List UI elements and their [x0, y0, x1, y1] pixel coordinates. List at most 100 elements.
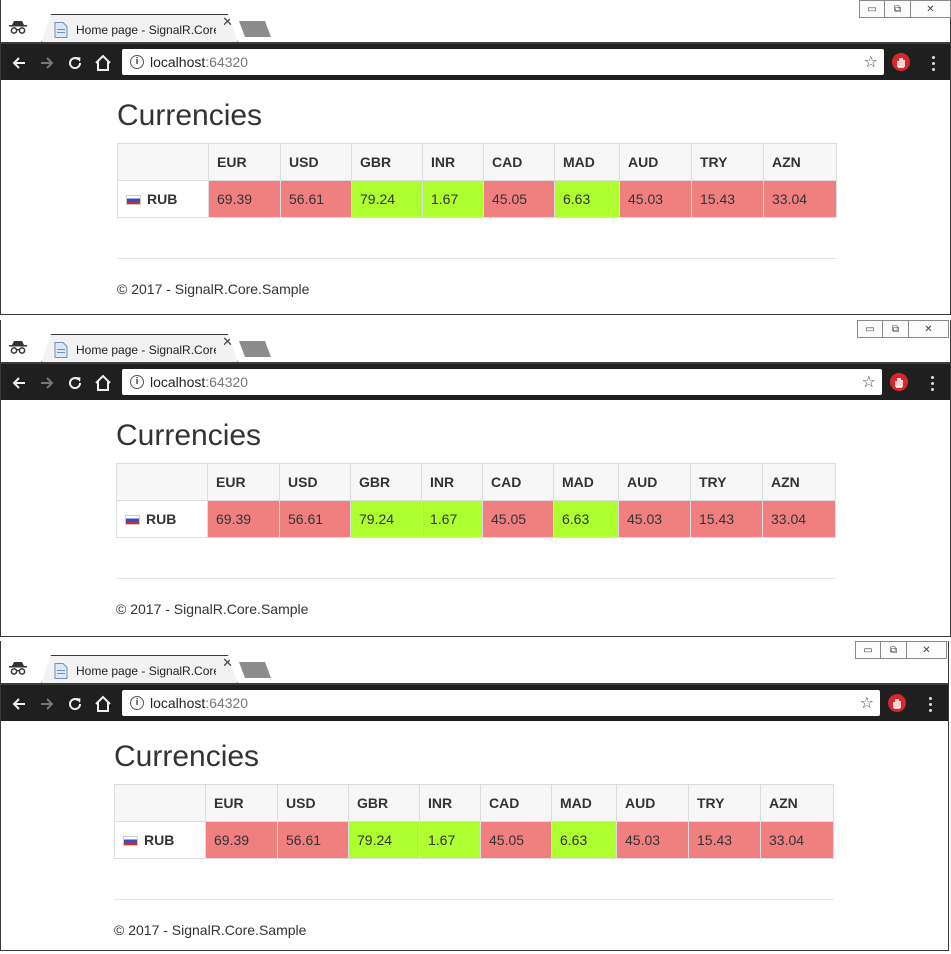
- base-currency-cell: RUB: [114, 821, 206, 859]
- home-button[interactable]: [92, 372, 114, 394]
- window-controls: ▭ ⧉ ✕: [855, 641, 947, 659]
- footer-divider: [114, 899, 834, 900]
- column-header-usd: USD: [280, 143, 352, 181]
- info-icon[interactable]: i: [130, 696, 144, 710]
- rate-cell-cad: 45.05: [483, 180, 555, 218]
- bookmark-star-icon[interactable]: ☆: [862, 372, 876, 391]
- rate-cell-mad: 6.63: [554, 180, 620, 218]
- rate-cell-usd: 56.61: [280, 180, 352, 218]
- info-icon[interactable]: i: [130, 55, 144, 69]
- tab-close-button[interactable]: ✕: [222, 656, 233, 671]
- page-content: Currencies EUR USD GBR INR CAD MAD AUD TRY AZN R…: [1, 400, 950, 636]
- tab-close-button[interactable]: ✕: [222, 335, 233, 350]
- reload-icon: [69, 377, 82, 390]
- table-header-row: EUR USD GBR INR CAD MAD AUD TRY AZN: [116, 463, 836, 501]
- menu-dots-icon[interactable]: [927, 372, 937, 394]
- rate-cell-inr: 1.67: [419, 821, 481, 859]
- rate-cell-azn: 33.04: [760, 821, 834, 859]
- rate-cell-aud: 45.03: [616, 821, 689, 859]
- maximize-button[interactable]: ⧉: [881, 641, 907, 659]
- menu-dots-icon[interactable]: [925, 693, 935, 715]
- home-button[interactable]: [92, 52, 114, 74]
- url-port: :64320: [205, 54, 249, 70]
- column-header-azn: AZN: [760, 784, 834, 822]
- address-bar[interactable]: i localhost:64320 ☆: [122, 369, 882, 395]
- tab-close-button[interactable]: ✕: [222, 15, 233, 30]
- corner-header-cell: [116, 463, 208, 501]
- footer-text: © 2017 - SignalR.Core.Sample: [117, 281, 310, 297]
- reload-button[interactable]: [64, 693, 86, 715]
- incognito-icon: [9, 662, 27, 675]
- minimize-button[interactable]: ▭: [859, 0, 885, 18]
- browser-toolbar: i localhost:64320 ☆: [1, 42, 950, 80]
- maximize-button[interactable]: ⧉: [885, 0, 911, 18]
- page-title: Currencies: [116, 419, 262, 452]
- menu-dots-icon[interactable]: [928, 52, 938, 74]
- column-header-usd: USD: [279, 463, 351, 501]
- rate-cell-cad: 45.05: [480, 821, 552, 859]
- address-bar[interactable]: i localhost:64320 ☆: [122, 690, 880, 716]
- table-row: RUB 69.39 56.61 79.24 1.67 45.05 6.63 45.03 15.…: [116, 500, 836, 538]
- page-content: Currencies EUR USD GBR INR CAD MAD AUD TRY AZN R…: [1, 80, 950, 314]
- stop-extension-icon: [893, 699, 901, 709]
- window-close-button[interactable]: ✕: [911, 0, 951, 18]
- forward-button[interactable]: [36, 372, 58, 394]
- close-icon: ✕: [924, 323, 933, 335]
- forward-button[interactable]: [36, 52, 58, 74]
- base-currency-label: RUB: [144, 832, 175, 848]
- bookmark-star-icon[interactable]: ☆: [860, 693, 874, 712]
- back-button[interactable]: [8, 693, 30, 715]
- column-header-eur: EUR: [208, 143, 281, 181]
- browser-tab[interactable]: Home page - SignalR.Core.Sample ✕: [41, 334, 238, 363]
- window-close-button[interactable]: ✕: [907, 641, 947, 659]
- stop-extension-button[interactable]: [892, 53, 910, 71]
- url-host: localhost: [150, 374, 206, 390]
- column-header-aud: AUD: [618, 463, 691, 501]
- back-arrow-icon: [12, 698, 25, 710]
- new-tab-button[interactable]: [239, 662, 271, 678]
- currency-rates-table: EUR USD GBR INR CAD MAD AUD TRY AZN RUB 69.39 56.…: [116, 463, 836, 538]
- home-button[interactable]: [92, 693, 114, 715]
- corner-header-cell: [117, 143, 209, 181]
- back-button[interactable]: [8, 372, 30, 394]
- table-header-row: EUR USD GBR INR CAD MAD AUD TRY AZN: [117, 143, 837, 181]
- url-host: localhost: [150, 695, 206, 711]
- footer-divider: [117, 258, 837, 259]
- stacked-browser-screenshots: ▭ ⧉ ✕ Home page - SignalR.Core.: [0, 0, 951, 954]
- reload-icon: [69, 57, 82, 70]
- url-port: :64320: [205, 374, 249, 390]
- browser-tab[interactable]: Home page - SignalR.Core.Sample ✕: [41, 655, 238, 684]
- browser-window-2: ▭ ⧉ ✕ Home page - SignalR.Core.: [0, 320, 951, 637]
- rate-cell-aud: 45.03: [619, 180, 692, 218]
- column-header-inr: INR: [422, 143, 484, 181]
- bookmark-star-icon[interactable]: ☆: [864, 52, 878, 71]
- browser-tab[interactable]: Home page - SignalR.Core.Sample ✕: [41, 14, 238, 43]
- column-header-inr: INR: [421, 463, 483, 501]
- table-header-row: EUR USD GBR INR CAD MAD AUD TRY AZN: [114, 784, 834, 822]
- info-icon[interactable]: i: [130, 375, 144, 389]
- forward-arrow-icon: [41, 57, 54, 69]
- forward-arrow-icon: [41, 698, 54, 710]
- reload-button[interactable]: [64, 372, 86, 394]
- stop-extension-button[interactable]: [890, 373, 908, 391]
- russia-flag-icon: [125, 515, 140, 525]
- rate-cell-azn: 33.04: [762, 500, 836, 538]
- rate-cell-usd: 56.61: [277, 821, 349, 859]
- footer-divider: [116, 578, 836, 579]
- forward-button[interactable]: [36, 693, 58, 715]
- stop-extension-button[interactable]: [888, 694, 906, 712]
- minimize-button[interactable]: ▭: [855, 641, 881, 659]
- window-close-button[interactable]: ✕: [909, 320, 949, 338]
- reload-button[interactable]: [64, 52, 86, 74]
- address-bar[interactable]: i localhost:64320 ☆: [122, 49, 884, 75]
- column-header-azn: AZN: [763, 143, 837, 181]
- forward-arrow-icon: [41, 377, 54, 389]
- close-icon: ✕: [926, 3, 935, 15]
- new-tab-button[interactable]: [239, 21, 271, 37]
- back-button[interactable]: [8, 52, 30, 74]
- minimize-button[interactable]: ▭: [857, 320, 883, 338]
- incognito-icon: [9, 341, 27, 354]
- new-tab-button[interactable]: [239, 341, 271, 357]
- maximize-button[interactable]: ⧉: [883, 320, 909, 338]
- rate-cell-eur: 69.39: [207, 500, 280, 538]
